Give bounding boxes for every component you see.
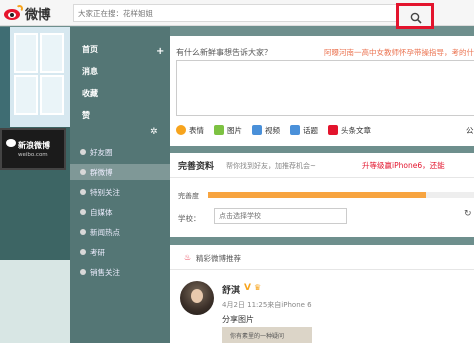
- search-button[interactable]: [396, 3, 434, 29]
- nav-item-messages[interactable]: 消息: [70, 62, 170, 80]
- weibo-logo[interactable]: 微博: [2, 3, 51, 23]
- divider: [170, 177, 474, 178]
- left-nav: 首页 消息 收藏 赞 好友圈 群微博 特别关注 自媒体 新闻热点 考研 销售关注: [70, 27, 170, 343]
- public-visibility-button[interactable]: 公: [466, 125, 474, 136]
- video-button[interactable]: 视频: [252, 125, 280, 136]
- tv-logo-text: 新浪微博: [18, 141, 50, 150]
- topic-icon: [290, 125, 300, 135]
- progress-label: 完善度: [178, 192, 199, 200]
- article-button[interactable]: 头条文章: [328, 125, 371, 136]
- school-label: 学校：: [178, 214, 201, 223]
- group-dot-icon: [80, 269, 86, 275]
- nav-group-exam[interactable]: 考研: [70, 244, 170, 260]
- nav-group-news[interactable]: 新闻热点: [70, 224, 170, 240]
- crown-icon: ♛: [254, 283, 262, 292]
- weibo-eye-icon: [2, 5, 24, 21]
- watermark-text: Bai百度: [384, 292, 434, 307]
- article-icon: [328, 125, 338, 135]
- promo-link[interactable]: 升等级赢iPhone6，还能: [362, 160, 445, 171]
- username[interactable]: 舒淇: [222, 283, 240, 296]
- topic-button[interactable]: 话题: [290, 125, 318, 136]
- group-dot-icon: [80, 229, 86, 235]
- completion-progress-bar: [208, 192, 474, 198]
- background-desk: [0, 260, 70, 343]
- post-toolbar: 表情 图片 视频 话题 头条文章: [176, 123, 474, 137]
- divider: [170, 269, 474, 270]
- hot-topic-link[interactable]: 阿曝河南一高中女教师怀孕带操指导，考的什么？: [324, 47, 474, 58]
- search-box[interactable]: [73, 4, 434, 22]
- verified-icon: V: [244, 283, 251, 293]
- post-text: 分享图片: [222, 315, 254, 324]
- nav-group-friends[interactable]: 好友圈: [70, 144, 170, 160]
- nav-item-favorites[interactable]: 收藏: [70, 84, 170, 102]
- post-composer: 有什么新鲜事想告诉大家？ 阿曝河南一高中女教师怀孕带操指导，考的什么？ 表情 图…: [170, 36, 474, 146]
- group-dot-icon: [80, 169, 86, 175]
- watermark-sub: jingyan.baidu.com: [384, 310, 440, 317]
- post-textarea[interactable]: [176, 60, 474, 116]
- emoji-button[interactable]: 表情: [176, 125, 204, 136]
- tv-sub-text: weibo.com: [18, 152, 48, 158]
- fire-icon: ♨: [184, 253, 192, 262]
- avatar[interactable]: [180, 281, 214, 315]
- logo-text: 微博: [25, 7, 51, 23]
- group-dot-icon: [80, 189, 86, 195]
- post-image-text: 你有素里的一种疑问: [230, 333, 285, 340]
- image-icon: [214, 125, 224, 135]
- video-icon: [252, 125, 262, 135]
- background-tv: 新浪微博 weibo.com: [0, 128, 66, 170]
- search-input[interactable]: [78, 8, 378, 19]
- profile-title: 完善资料: [178, 162, 215, 172]
- nav-group-sales[interactable]: 销售关注: [70, 264, 170, 280]
- nav-item-likes[interactable]: 赞: [70, 106, 170, 124]
- post-meta: 4月2日 11:25来自iPhone 6: [222, 301, 312, 309]
- completion-progress-fill: [208, 192, 427, 198]
- emoji-icon: [176, 125, 186, 135]
- nav-group-group-weibo[interactable]: 群微博: [70, 164, 170, 180]
- nav-item-home[interactable]: 首页: [70, 40, 170, 58]
- profile-completion-card: 完善资料 帮你找到好友，加推荐机会~ 升等级赢iPhone6，还能 完善度 学校…: [170, 153, 474, 237]
- group-dot-icon: [80, 149, 86, 155]
- background-window: [0, 27, 70, 127]
- group-dot-icon: [80, 249, 86, 255]
- profile-subtitle: 帮你找到好友，加推荐机会~: [226, 162, 316, 170]
- group-dot-icon: [80, 209, 86, 215]
- add-group-icon[interactable]: +: [156, 46, 164, 57]
- post-prompt: 有什么新鲜事想告诉大家？: [176, 48, 272, 57]
- tv-weibo-icon: [6, 139, 16, 147]
- nav-group-media[interactable]: 自媒体: [70, 204, 170, 220]
- refresh-icon[interactable]: ↻: [464, 209, 472, 219]
- gear-icon[interactable]: ✲: [150, 127, 158, 137]
- school-input[interactable]: [214, 208, 347, 224]
- feed-header: 精彩微博推荐: [196, 254, 241, 263]
- search-icon: [410, 12, 422, 24]
- nav-group-special[interactable]: 特别关注: [70, 184, 170, 200]
- post-image[interactable]: 你有素里的一种疑问: [222, 327, 312, 343]
- image-button[interactable]: 图片: [214, 125, 242, 136]
- baidu-watermark: Bai百度 jingyan.baidu.com: [384, 288, 474, 338]
